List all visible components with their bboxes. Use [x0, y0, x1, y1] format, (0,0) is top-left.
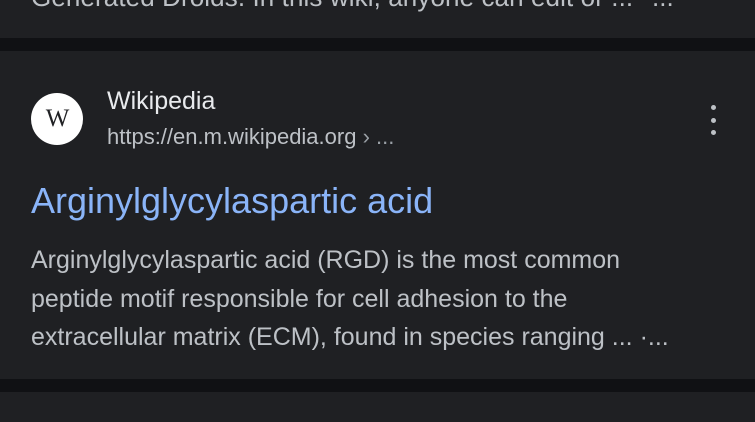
result-snippet: Arginylglycylaspartic acid (RGD) is the …: [31, 241, 731, 357]
url-breadcrumb: › ...: [356, 124, 395, 149]
site-url-text: https://en.m.wikipedia.org: [107, 124, 357, 149]
snippet-line: peptide motif responsible for cell adhes…: [31, 284, 568, 313]
previous-result-card: Generated Droids. In this wiki, anyone c…: [0, 0, 755, 38]
previous-result-snippet: Generated Droids. In this wiki, anyone c…: [31, 0, 633, 13]
wikipedia-icon[interactable]: W: [31, 93, 83, 145]
site-url[interactable]: https://en.m.wikipedia.org › ...: [107, 124, 394, 150]
site-name[interactable]: Wikipedia: [107, 87, 215, 116]
more-vert-icon[interactable]: [700, 105, 726, 135]
next-result-card: [0, 392, 755, 422]
menu-dot: [710, 130, 716, 135]
snippet-line: extracellular matrix (ECM), found in spe…: [31, 323, 669, 351]
previous-result-more[interactable]: ...: [652, 0, 674, 13]
search-result-card: W Wikipedia https://en.m.wikipedia.org ›…: [0, 51, 755, 379]
favicon-letter: W: [45, 105, 70, 132]
menu-dot: [710, 105, 716, 110]
menu-dot: [710, 117, 716, 123]
snippet-line: Arginylglycylaspartic acid (RGD) is the …: [31, 246, 621, 274]
result-title-link[interactable]: Arginylglycylaspartic acid: [31, 180, 433, 222]
